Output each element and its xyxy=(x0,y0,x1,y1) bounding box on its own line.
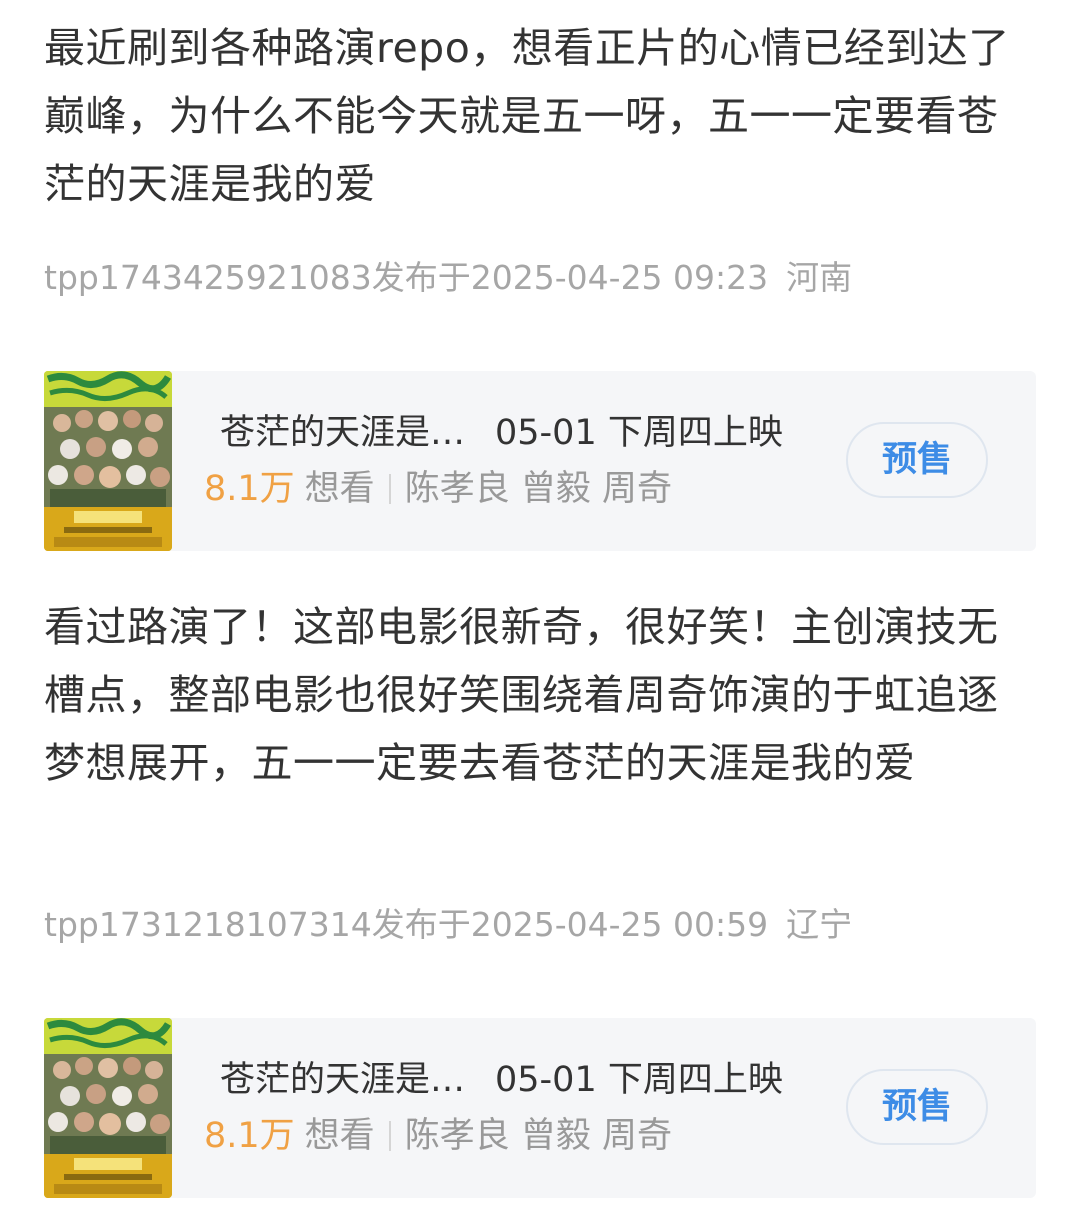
post-text: 最近刷到各种路演repo，想看正片的心情已经到达了巅峰，为什么不能今天就是五一呀… xyxy=(44,24,1010,208)
post-region: 河南 xyxy=(786,258,853,297)
movie-cast: 陈孝良 曾毅 周奇 xyxy=(404,469,672,509)
post-region: 辽宁 xyxy=(786,905,853,944)
post-meta: tpp1731218107314发布于2025-04-25 00:59 辽宁 xyxy=(44,905,852,945)
want-count: 8.1万 xyxy=(204,1116,295,1156)
post-author-time: tpp1743425921083发布于2025-04-25 09:23 xyxy=(44,258,769,297)
post-text: 看过路演了！这部电影很新奇，很好笑！主创演技无槽点，整部电影也很好笑围绕着周奇饰… xyxy=(44,603,999,787)
movie-card[interactable]: 苍茫的天涯是… 05-01 下周四上映 8.1万 想看 陈孝良 曾毅 周奇 预售 xyxy=(44,1018,1036,1198)
movie-title-row: 苍茫的天涯是… 05-01 下周四上映 xyxy=(220,411,783,455)
movie-card[interactable]: 苍茫的天涯是… 05-01 下周四上映 8.1万 想看 陈孝良 曾毅 周奇 预售 xyxy=(44,371,1036,551)
movie-title-row: 苍茫的天涯是… 05-01 下周四上映 xyxy=(220,1058,783,1102)
movie-cast: 陈孝良 曾毅 周奇 xyxy=(404,1116,672,1156)
movie-poster[interactable] xyxy=(44,1018,172,1198)
movie-info-row: 8.1万 想看 陈孝良 曾毅 周奇 xyxy=(204,1114,672,1158)
movie-poster[interactable] xyxy=(44,371,172,551)
movie-release-date: 05-01 下周四上映 xyxy=(495,1060,783,1100)
post-author-time: tpp1731218107314发布于2025-04-25 00:59 xyxy=(44,905,769,944)
movie-info-row: 8.1万 想看 陈孝良 曾毅 周奇 xyxy=(204,467,672,511)
presale-button[interactable]: 预售 xyxy=(846,422,988,498)
movie-title: 苍茫的天涯是… xyxy=(220,1060,466,1100)
divider xyxy=(388,474,391,504)
presale-button[interactable]: 预售 xyxy=(846,1069,988,1145)
want-label: 想看 xyxy=(304,469,375,509)
divider xyxy=(388,1121,391,1151)
post-meta: tpp1743425921083发布于2025-04-25 09:23 河南 xyxy=(44,258,852,298)
want-count: 8.1万 xyxy=(204,469,295,509)
movie-title: 苍茫的天涯是… xyxy=(220,413,466,453)
movie-release-date: 05-01 下周四上映 xyxy=(495,413,783,453)
want-label: 想看 xyxy=(304,1116,375,1156)
